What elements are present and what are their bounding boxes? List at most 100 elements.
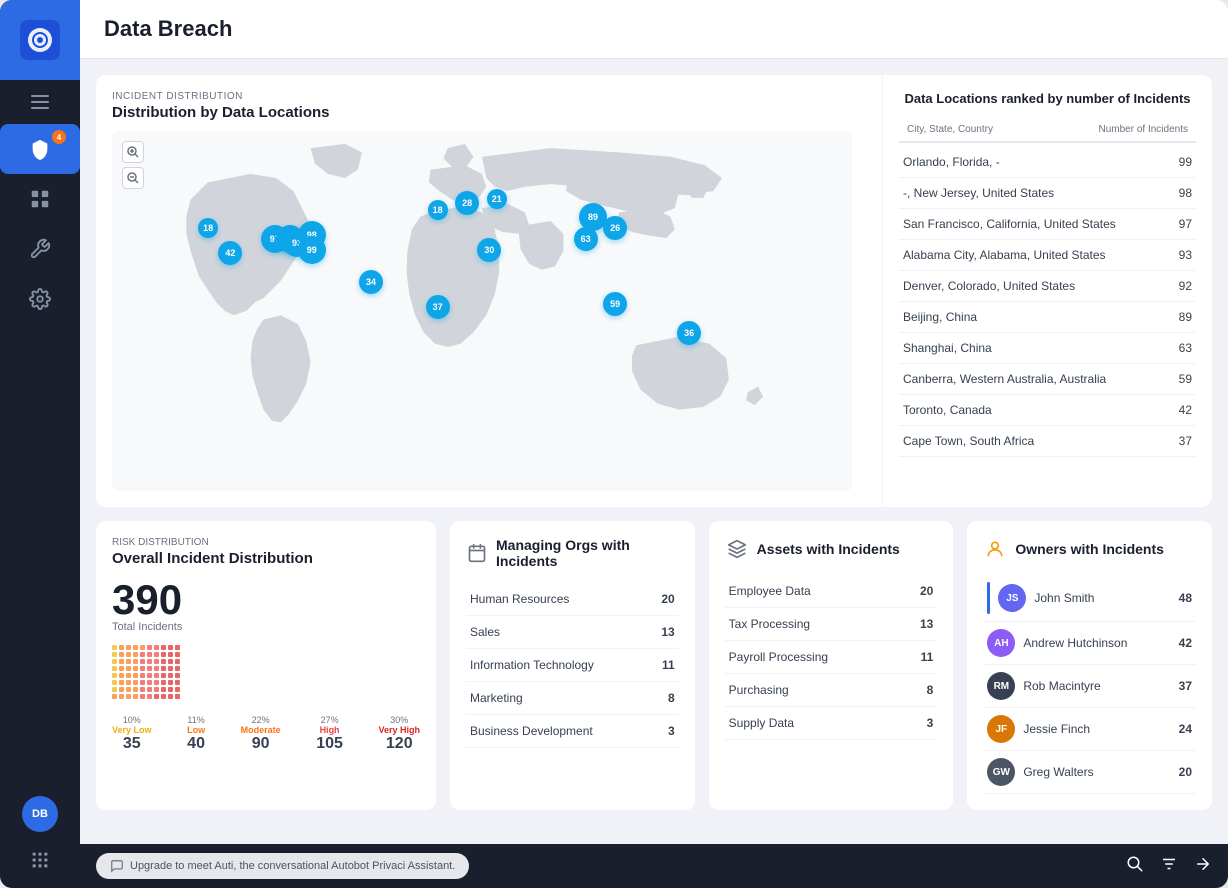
- sidebar: 4 DB: [0, 0, 80, 888]
- map-container: 18 42 97 92 93 98 99 18 28 21: [112, 131, 852, 491]
- dot-column: [140, 645, 145, 705]
- org-name: Human Resources: [470, 592, 569, 606]
- map-marker[interactable]: 63: [574, 227, 598, 251]
- filter-bottom-icon[interactable]: [1160, 855, 1178, 878]
- bottom-bar: Upgrade to meet Auti, the conversational…: [80, 844, 1228, 888]
- map-marker[interactable]: 26: [603, 216, 627, 240]
- map-marker[interactable]: 37: [426, 295, 450, 319]
- risk-labels: 10% Very Low 35 11% Low 40 22% Moderate …: [112, 715, 420, 753]
- dot: [147, 694, 152, 699]
- col-city-header: City, State, Country: [907, 124, 993, 135]
- marker-value: 30: [477, 238, 501, 262]
- sidebar-item-settings[interactable]: [0, 274, 80, 324]
- org-row: Business Development3: [466, 715, 679, 748]
- orgs-card: Managing Orgs with Incidents Human Resou…: [450, 521, 695, 810]
- dot: [140, 666, 145, 671]
- location-name: -, New Jersey, United States: [903, 186, 1054, 200]
- marker-value: 59: [603, 292, 627, 316]
- map-marker[interactable]: 59: [603, 292, 627, 316]
- dot: [133, 659, 138, 664]
- map-marker[interactable]: 42: [218, 241, 242, 265]
- dot: [147, 652, 152, 657]
- map-marker[interactable]: 34: [359, 270, 383, 294]
- map-marker[interactable]: 21: [487, 189, 507, 209]
- dot: [175, 645, 180, 650]
- dot: [154, 666, 159, 671]
- marker-value: 18: [428, 200, 448, 220]
- dot: [126, 680, 131, 685]
- arrow-bottom-icon[interactable]: [1194, 855, 1212, 878]
- owner-avatar: GW: [987, 758, 1015, 786]
- dot: [119, 680, 124, 685]
- bottom-section: Risk Distribution Overall Incident Distr…: [96, 521, 1212, 810]
- total-incidents-label: Total Incidents: [112, 621, 420, 633]
- location-name: Denver, Colorado, United States: [903, 279, 1075, 293]
- map-marker[interactable]: 36: [677, 321, 701, 345]
- risk-item: 11% Low 40: [187, 715, 205, 753]
- dot: [161, 645, 166, 650]
- main-content: Data Breach Incident Distribution Distri…: [80, 0, 1228, 888]
- dot: [133, 687, 138, 692]
- dot: [147, 680, 152, 685]
- locations-title: Data Locations ranked by number of Incid…: [899, 91, 1196, 106]
- dot: [140, 652, 145, 657]
- bottom-icons: [1126, 855, 1212, 878]
- dot: [119, 694, 124, 699]
- risk-level: High: [316, 725, 343, 735]
- apps-icon[interactable]: [22, 842, 58, 878]
- dot: [119, 645, 124, 650]
- zoom-in-button[interactable]: [122, 141, 144, 163]
- location-name: Orlando, Florida, -: [903, 155, 1000, 169]
- search-bottom-icon[interactable]: [1126, 855, 1144, 878]
- dot: [126, 652, 131, 657]
- dot: [112, 659, 117, 664]
- sidebar-item-tools[interactable]: [0, 224, 80, 274]
- risk-card: Risk Distribution Overall Incident Distr…: [96, 521, 436, 810]
- map-marker[interactable]: 99: [298, 236, 326, 264]
- logo: [0, 0, 80, 80]
- sidebar-item-shield[interactable]: 4: [0, 124, 80, 174]
- map-marker[interactable]: 28: [455, 191, 479, 215]
- map-marker[interactable]: 30: [477, 238, 501, 262]
- user-avatar[interactable]: DB: [22, 796, 58, 832]
- assets-list: Employee Data20Tax Processing13Payroll P…: [725, 575, 938, 740]
- dot: [119, 673, 124, 678]
- dot: [133, 680, 138, 685]
- location-count: 89: [1179, 310, 1192, 324]
- dot: [112, 687, 117, 692]
- map-marker[interactable]: 18: [428, 200, 448, 220]
- location-row: Cape Town, South Africa37: [899, 426, 1196, 457]
- marker-value: 21: [487, 189, 507, 209]
- risk-pct: 30%: [378, 715, 420, 725]
- zoom-out-button[interactable]: [122, 167, 144, 189]
- asset-name: Supply Data: [729, 716, 794, 730]
- risk-count: 105: [316, 735, 343, 753]
- calendar-icon: [466, 541, 488, 565]
- owner-row: AH Andrew Hutchinson 42: [983, 622, 1196, 665]
- org-count: 3: [668, 724, 675, 738]
- menu-toggle[interactable]: [0, 80, 80, 124]
- dot: [119, 652, 124, 657]
- owner-avatar: JS: [998, 584, 1026, 612]
- risk-level: Low: [187, 725, 205, 735]
- dot-column: [133, 645, 138, 705]
- dot: [133, 645, 138, 650]
- asset-row: Tax Processing13: [725, 608, 938, 641]
- sidebar-item-dashboard[interactable]: [0, 174, 80, 224]
- location-row: San Francisco, California, United States…: [899, 209, 1196, 240]
- dot: [126, 659, 131, 664]
- location-name: Shanghai, China: [903, 341, 992, 355]
- asset-count: 11: [921, 650, 934, 664]
- owner-count: 42: [1179, 636, 1192, 650]
- chat-bubble[interactable]: Upgrade to meet Auti, the conversational…: [96, 853, 469, 879]
- map-marker[interactable]: 18: [198, 218, 218, 238]
- asset-row: Purchasing8: [725, 674, 938, 707]
- org-count: 11: [662, 658, 675, 672]
- dot: [168, 687, 173, 692]
- dot: [126, 694, 131, 699]
- dot: [175, 652, 180, 657]
- asset-name: Payroll Processing: [729, 650, 828, 664]
- location-count: 99: [1179, 155, 1192, 169]
- locations-list: Orlando, Florida, - 99 -, New Jersey, Unit…: [899, 147, 1196, 457]
- risk-level: Very High: [378, 725, 420, 735]
